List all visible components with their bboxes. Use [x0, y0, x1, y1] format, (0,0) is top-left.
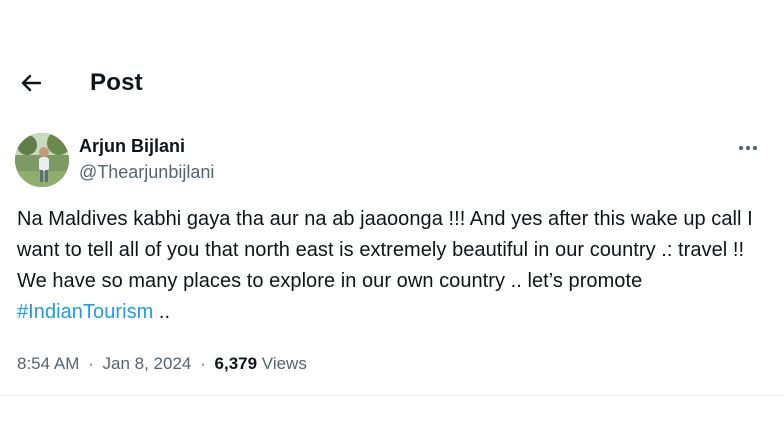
post-header: Post — [0, 0, 784, 112]
tweet-time[interactable]: 8:54 AM — [17, 354, 79, 373]
tweet-text: Na Maldives kabhi gaya tha aur na ab jaa… — [17, 204, 777, 328]
author-info: Arjun Bijlani @Thearjunbijlani — [79, 135, 214, 183]
tweet-text-tail: .. — [153, 301, 171, 323]
views-label: Views — [261, 354, 307, 373]
post-page: Post Arjun Bijlani @Thearjunbijlani Na M… — [0, 0, 784, 441]
tweet-meta: 8:54 AM · Jan 8, 2024 · 6,379 Views — [17, 352, 307, 376]
meta-separator: · — [88, 354, 94, 373]
back-button[interactable] — [14, 66, 48, 100]
more-button[interactable] — [730, 134, 766, 160]
tweet-text-body: Na Maldives kabhi gaya tha aur na ab jaa… — [17, 208, 753, 292]
hashtag-link[interactable]: #IndianTourism — [17, 301, 153, 323]
more-horizontal-icon — [738, 138, 758, 156]
meta-separator: · — [200, 354, 206, 373]
author-handle[interactable]: @Thearjunbijlani — [79, 161, 214, 183]
views-count: 6,379 — [214, 354, 258, 373]
author-name[interactable]: Arjun Bijlani — [79, 135, 214, 157]
tweet-date[interactable]: Jan 8, 2024 — [103, 354, 192, 373]
arrow-left-icon — [21, 74, 41, 92]
divider — [0, 395, 784, 396]
page-title: Post — [90, 69, 143, 96]
avatar[interactable] — [15, 133, 69, 187]
